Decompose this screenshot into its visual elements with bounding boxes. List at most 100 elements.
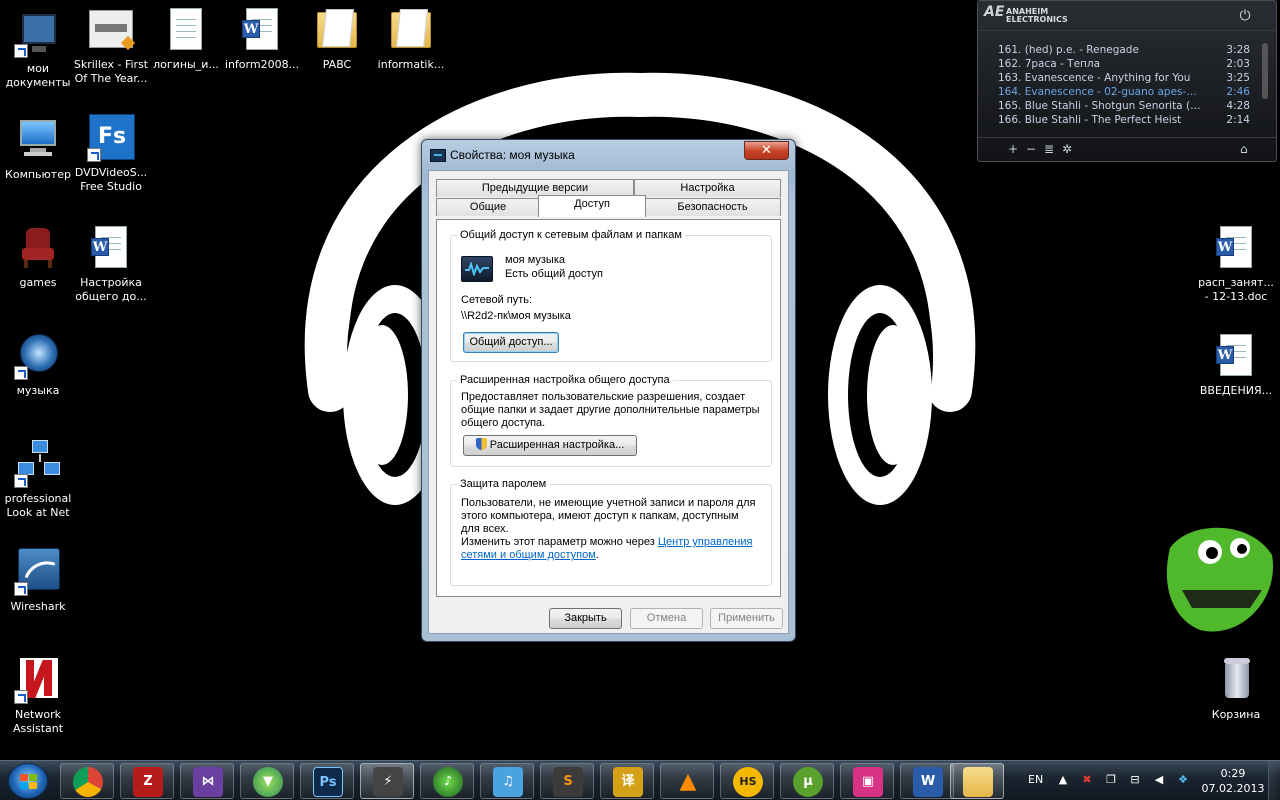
- desktop-icon-network-assistant[interactable]: Network Assistant: [0, 656, 76, 736]
- network-blocked-icon[interactable]: ✖: [1080, 773, 1094, 787]
- advanced-sharing-button[interactable]: Расширенная настройка...: [463, 435, 637, 456]
- taskbar-explorer[interactable]: [950, 763, 1004, 799]
- desktop-icon-computer[interactable]: Компьютер: [0, 116, 76, 182]
- desktop-icon-inform2008[interactable]: W inform2008...: [224, 6, 300, 72]
- winamp-icon: ⚡: [373, 767, 403, 797]
- folder-icon[interactable]: ⌂: [1240, 142, 1248, 156]
- explorer-folder-icon: [963, 767, 993, 797]
- playlist-scrollbar[interactable]: [1262, 43, 1268, 99]
- taskbar-winamp-alt[interactable]: ▣: [840, 763, 894, 799]
- desktop-icon-schedule-doc[interactable]: W расп_занят... - 12-13.doc: [1198, 224, 1274, 304]
- taskbar-media-player[interactable]: ♪: [420, 763, 474, 799]
- advanced-description-line: Предоставляет пользовательские разрешени…: [461, 391, 746, 403]
- taskbar-chrome[interactable]: [60, 763, 114, 799]
- remove-icon[interactable]: −: [1026, 142, 1036, 156]
- language-indicator[interactable]: EN: [1028, 773, 1043, 786]
- desktop-icon-my-documents[interactable]: мои документы: [0, 10, 76, 90]
- desktop-icon-games[interactable]: games: [0, 224, 76, 290]
- power-icon[interactable]: ⏻: [1234, 7, 1256, 25]
- brand-mark: AE: [984, 4, 1005, 20]
- shortcut-arrow-icon: [14, 690, 28, 704]
- taskbar-sublime[interactable]: S: [540, 763, 594, 799]
- desktop-icon-label: DVDVideoS... Free Studio: [74, 166, 148, 193]
- word-document-icon: W: [87, 224, 135, 272]
- sublime-icon: S: [553, 767, 583, 797]
- show-hidden-icons-icon[interactable]: ▲: [1056, 773, 1070, 787]
- media-player-icon: ♪: [433, 767, 463, 797]
- taskbar-word[interactable]: W: [900, 763, 954, 799]
- desktop-icon-skrillex[interactable]: Skrillex - First Of The Year...: [73, 6, 149, 86]
- desktop-icon-recycle-bin[interactable]: Корзина: [1198, 656, 1274, 722]
- desktop-icon-pabc[interactable]: PABC: [299, 6, 375, 72]
- taskbar-navigator[interactable]: ▼: [240, 763, 294, 799]
- desktop-icon-dvdvideosoft[interactable]: Fs DVDVideoS... Free Studio: [73, 114, 149, 194]
- clock[interactable]: 0:29 07.02.2013: [1200, 766, 1266, 796]
- show-desktop-button[interactable]: [1268, 761, 1280, 800]
- password-text-line: Пользователи, не имеющие учетной записи …: [461, 497, 756, 509]
- shortcut-arrow-icon: [14, 582, 28, 596]
- playlist-item[interactable]: 165. Blue Stahli - Shotgun Senorita (Zar…: [998, 99, 1258, 113]
- armchair-icon: [14, 224, 62, 272]
- folder-status: Есть общий доступ: [505, 268, 604, 280]
- dropbox-icon[interactable]: ❖: [1176, 773, 1190, 787]
- close-button[interactable]: ✕: [744, 141, 789, 160]
- password-text-line: этого компьютера, имеют доступ к папкам,…: [461, 510, 739, 522]
- change-setting-line: сетями и общим доступом.: [461, 549, 599, 562]
- desktop-icon-label: ВВЕДЕНИЯ...: [1199, 384, 1273, 397]
- network-path-label: Сетевой путь:: [461, 294, 533, 306]
- volume-icon[interactable]: ◀: [1152, 773, 1166, 787]
- music-note-icon: ♫: [493, 767, 523, 797]
- taskbar-visual-studio[interactable]: ⋈: [180, 763, 234, 799]
- network-sharing-group: Общий доступ к сетевым файлам и папкам м…: [450, 229, 772, 362]
- playlist-item[interactable]: 166. Blue Stahli - The Perfect Heist 2:14: [998, 113, 1258, 127]
- copy-icon[interactable]: ❐: [1104, 773, 1118, 787]
- playlist-item[interactable]: 162. 7раса - Тепла 2:03: [998, 57, 1258, 71]
- desktop-icon-sharing-settings[interactable]: W Настройка общего до...: [73, 224, 149, 304]
- taskbar: Z ⋈ ▼ Ps ⚡ ♪ ♫ S 译 ▲ HS µ ▣ W EN ▲ ✖ ❐ ⊟…: [0, 760, 1280, 800]
- network-icon[interactable]: ⊟: [1128, 773, 1142, 787]
- desktop-icon-informatik[interactable]: informatik...: [373, 6, 449, 72]
- cancel-button[interactable]: Отмена: [630, 608, 703, 629]
- taskbar-music-app[interactable]: ♫: [480, 763, 534, 799]
- player-header: AE ANAHEIM ELECTRONICS ⏻: [978, 1, 1276, 31]
- playlist-item[interactable]: 163. Evanescence - Anything for You 3:25: [998, 71, 1258, 85]
- taskbar-dictionary[interactable]: 译: [600, 763, 654, 799]
- shortcut-arrow-icon: [14, 474, 28, 488]
- close-dialog-button[interactable]: Закрыть: [549, 608, 622, 629]
- desktop-icon-wireshark[interactable]: Wireshark: [0, 548, 76, 614]
- share-button[interactable]: Общий доступ...: [463, 332, 559, 353]
- taskbar-hotspot[interactable]: HS: [720, 763, 774, 799]
- monitor-folder-icon: [14, 10, 62, 58]
- tab-security[interactable]: Безопасность: [644, 198, 781, 216]
- advanced-description-line: общего доступа.: [461, 417, 546, 429]
- tab-general[interactable]: Общие: [436, 198, 540, 216]
- playlist-item[interactable]: 161. (hed) p.e. - Renegade 3:28: [998, 43, 1258, 57]
- desktop-icon-music[interactable]: музыка: [0, 332, 76, 398]
- list-icon[interactable]: ≣: [1044, 142, 1054, 156]
- network-center-link[interactable]: сетями и общим доступом: [461, 549, 596, 561]
- taskbar-vlc[interactable]: ▲: [660, 763, 714, 799]
- taskbar-utorrent[interactable]: µ: [780, 763, 834, 799]
- music-player-widget: AE ANAHEIM ELECTRONICS ⏻ 161. (hed) p.e.…: [977, 0, 1277, 162]
- password-text-line: для всех.: [461, 523, 509, 535]
- shortcut-arrow-icon: [14, 366, 28, 380]
- desktop-icon-logins[interactable]: логины_и...: [148, 6, 224, 72]
- desktop-icon-label: PABC: [322, 58, 352, 71]
- clock-time: 0:29: [1220, 767, 1246, 780]
- wireshark-fin-icon: [14, 548, 62, 596]
- desktop-icon-look-at-net[interactable]: professional Look at Net: [0, 440, 76, 520]
- tab-sharing[interactable]: Доступ: [538, 195, 646, 217]
- taskbar-winamp[interactable]: ⚡: [360, 763, 414, 799]
- folder-name: моя музыка: [505, 254, 566, 266]
- settings-icon[interactable]: ✲: [1062, 142, 1072, 156]
- add-icon[interactable]: +: [1008, 142, 1018, 156]
- tab-customize[interactable]: Настройка: [634, 179, 781, 197]
- taskbar-photoshop[interactable]: Ps: [300, 763, 354, 799]
- playlist-item-active[interactable]: 164. Evanescence - 02-guano apes-dick-bp…: [998, 85, 1258, 99]
- sharing-tab-panel: Общий доступ к сетевым файлам и папкам м…: [436, 219, 781, 597]
- network-center-link[interactable]: Центр управления: [658, 536, 753, 548]
- desktop-icon-introduction[interactable]: W ВВЕДЕНИЯ...: [1198, 332, 1274, 398]
- start-button[interactable]: [8, 763, 48, 799]
- apply-button[interactable]: Применить: [710, 608, 783, 629]
- taskbar-filezilla[interactable]: Z: [120, 763, 174, 799]
